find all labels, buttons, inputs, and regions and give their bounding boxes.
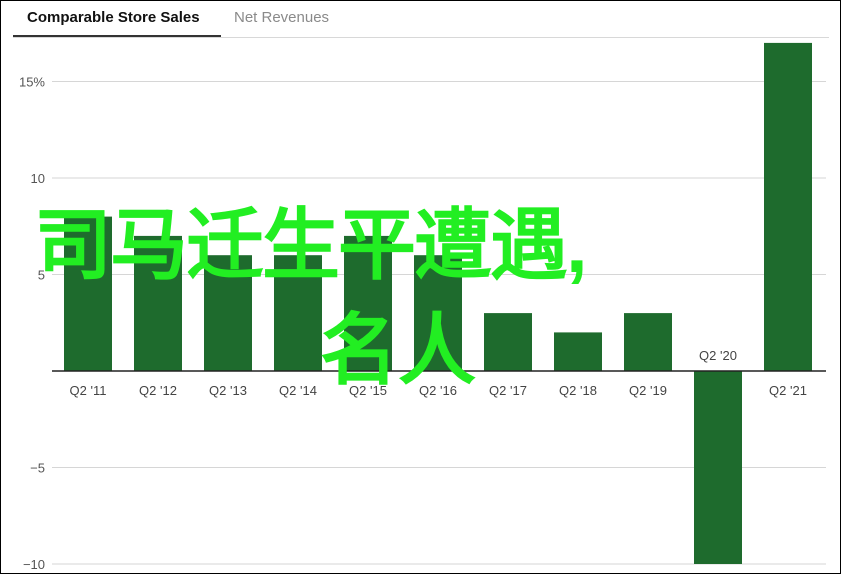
y-tick-label: −5 (30, 461, 45, 476)
x-tick-label: Q2 '16 (419, 383, 457, 398)
x-tick-label: Q2 '15 (349, 383, 387, 398)
bar-8[interactable] (624, 313, 672, 371)
bar-0[interactable] (64, 216, 112, 371)
bar-3[interactable] (274, 255, 322, 371)
x-tick-label: Q2 '19 (629, 383, 667, 398)
bar-5[interactable] (414, 255, 462, 371)
y-tick-label: 10 (31, 171, 45, 186)
x-tick-label: Q2 '11 (70, 383, 107, 398)
bar-6[interactable] (484, 313, 532, 371)
bar-9[interactable] (694, 371, 742, 564)
bar-1[interactable] (134, 235, 182, 371)
x-tick-label: Q2 '13 (209, 383, 247, 398)
y-tick-label: 15% (19, 75, 45, 90)
y-tick-label: 5 (38, 268, 45, 283)
bar-2[interactable] (204, 255, 252, 371)
x-tick-label: Q2 '18 (559, 383, 597, 398)
y-tick-label: −10 (23, 557, 45, 572)
bar-chart: 15% 10 5 −5 −10 Q2 '11 Q2 '12 Q2 '13 Q2 '14 Q2 '1… (19, 42, 826, 572)
bar-10[interactable] (764, 42, 812, 372)
x-tick-label: Q2 '17 (489, 383, 527, 398)
x-tick-label: Q2 '14 (279, 383, 317, 398)
bar-7[interactable] (554, 332, 602, 371)
bar-4[interactable] (344, 235, 392, 371)
x-tick-label: Q2 '12 (139, 383, 177, 398)
x-tick-label: Q2 '21 (769, 383, 807, 398)
x-tick-label: Q2 '20 (699, 348, 737, 363)
bars (64, 42, 812, 564)
